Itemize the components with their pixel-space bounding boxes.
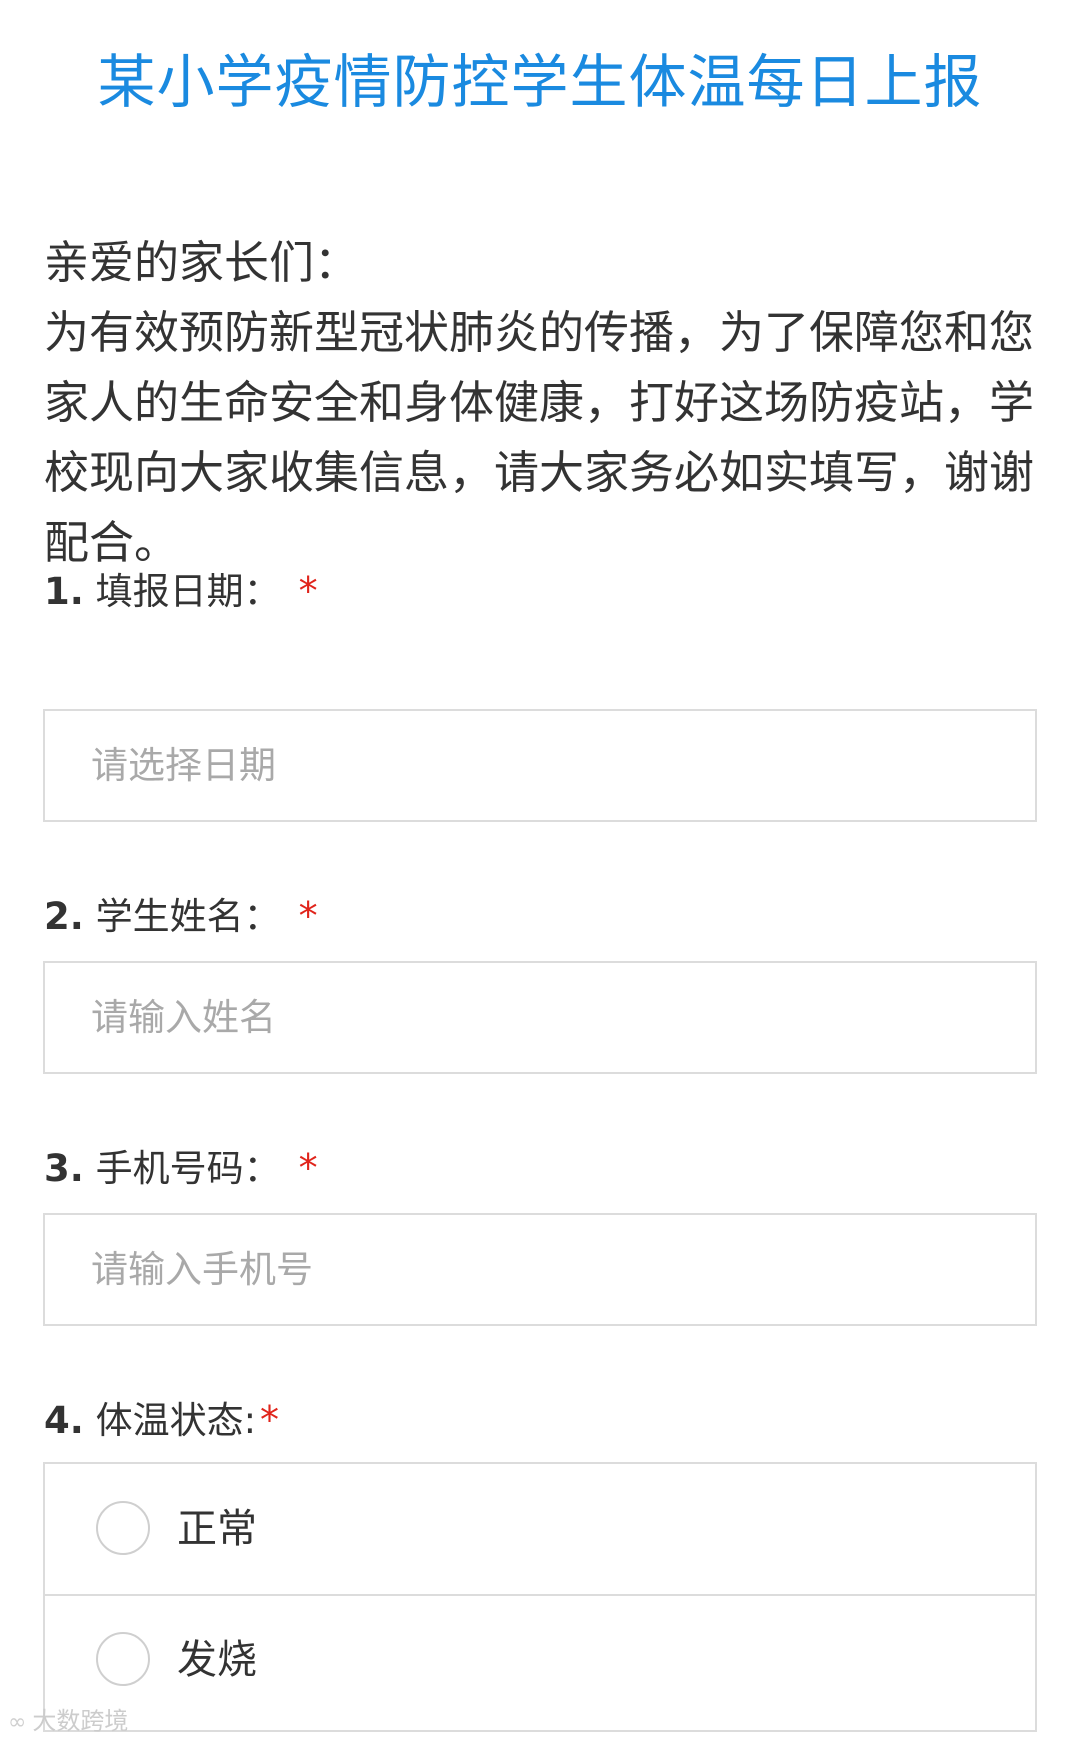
required-asterisk: * <box>298 569 318 613</box>
name-field-box[interactable] <box>43 961 1037 1074</box>
radio-option-label: 发烧 <box>177 1637 257 1683</box>
question-number: 2. <box>44 895 84 938</box>
intro-paragraph: 为有效预防新型冠状肺炎的传播，为了保障您和您家人的生命安全和身体健康，打好这场防… <box>44 306 1035 569</box>
question-1-label: 1. 填报日期： * <box>44 566 318 617</box>
radio-option-normal[interactable]: 正常 <box>45 1464 1035 1596</box>
date-field-box[interactable] <box>43 709 1037 822</box>
question-4-label: 4. 体温状态: * <box>44 1395 279 1446</box>
watermark: ∞ 大数跨境 <box>8 1706 128 1738</box>
radio-option-fever[interactable]: 发烧 <box>45 1595 1035 1725</box>
radio-option-label: 正常 <box>177 1506 257 1552</box>
radio-button-icon[interactable] <box>96 1632 150 1686</box>
question-number: 3. <box>44 1147 84 1190</box>
temperature-status-radio-group: 正常 发烧 <box>43 1462 1037 1732</box>
question-2-label: 2. 学生姓名： * <box>44 891 318 942</box>
question-number: 1. <box>44 570 84 613</box>
phone-field-box[interactable] <box>43 1213 1037 1326</box>
required-asterisk: * <box>298 1146 318 1190</box>
question-3-label: 3. 手机号码： * <box>44 1143 318 1194</box>
date-picker-input[interactable] <box>45 711 1035 820</box>
question-text: 学生姓名： <box>95 895 281 938</box>
question-number: 4. <box>44 1399 84 1442</box>
greeting: 亲爱的家长们： <box>44 236 360 289</box>
question-text: 填报日期： <box>95 570 281 613</box>
required-asterisk: * <box>298 894 318 938</box>
question-text: 手机号码： <box>95 1147 281 1190</box>
question-text: 体温状态: <box>95 1399 257 1442</box>
intro-text: 亲爱的家长们： 为有效预防新型冠状肺炎的传播，为了保障您和您家人的生命安全和身体… <box>44 228 1044 578</box>
form-title: 某小学疫情防控学生体温每日上报 <box>97 48 983 116</box>
phone-number-input[interactable] <box>45 1215 1035 1324</box>
watermark-logo-icon: ∞ <box>8 1710 27 1735</box>
radio-button-icon[interactable] <box>96 1501 150 1555</box>
student-name-input[interactable] <box>45 963 1035 1072</box>
watermark-text: 大数跨境 <box>32 1707 129 1735</box>
required-asterisk: * <box>260 1398 280 1442</box>
